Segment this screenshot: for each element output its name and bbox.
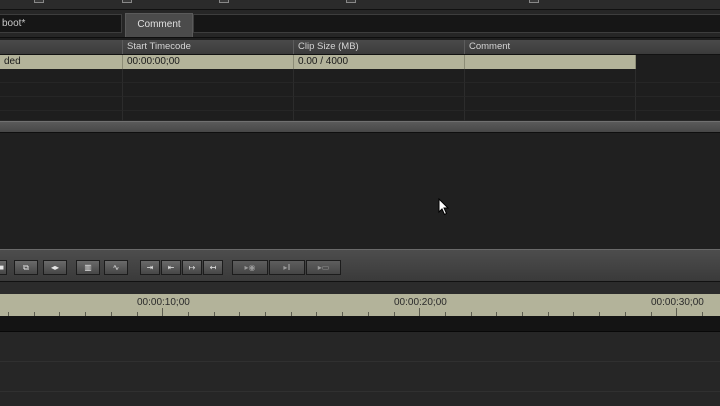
mark-in-icon: ⇥	[146, 263, 154, 272]
cell-clip-size: 0.00 / 4000	[294, 55, 465, 69]
checkbox-icon	[34, 0, 44, 3]
menu-strip: ········· ·········· ········· ········	[0, 0, 720, 10]
record-button[interactable]: ▸▭	[306, 260, 341, 275]
table-row-empty	[0, 69, 720, 83]
go-end-icon: ↦	[188, 263, 196, 272]
column-header-name[interactable]	[0, 40, 123, 54]
cell-name: ded	[0, 55, 123, 69]
stop-button[interactable]: ■	[0, 260, 7, 275]
preview-area	[0, 133, 720, 249]
mouse-cursor-icon	[438, 198, 450, 216]
comment-field[interactable]	[193, 14, 720, 33]
cell-comment	[465, 55, 636, 69]
mark-in-button[interactable]: ⇥	[140, 260, 160, 275]
timeline-track[interactable]	[0, 362, 720, 392]
pause-button[interactable]: ▸‖	[269, 260, 305, 275]
expand-icon: ◂▸	[50, 263, 60, 272]
ruler-footer	[0, 316, 720, 332]
mark-out-icon: ↤	[209, 263, 217, 272]
table-row-empty	[0, 83, 720, 97]
ruler-tick	[419, 308, 421, 316]
checkbox-icon	[529, 0, 539, 3]
ruler-tick	[676, 308, 678, 316]
timeline-track[interactable]	[0, 392, 720, 406]
timeline-toolbar: ■ ⧉ ◂▸ ▥ ∿ ⇥ ⇤ ↦ ↤ ▸◉ ▸‖ ▸▭	[0, 249, 720, 282]
waveform-button[interactable]: ∿	[104, 260, 128, 275]
table-row[interactable]: ded 00:00:00;00 0.00 / 4000	[0, 55, 720, 69]
column-header-comment[interactable]: Comment	[465, 40, 720, 54]
cell-filler	[636, 55, 720, 69]
play-button[interactable]: ▸◉	[232, 260, 268, 275]
clip-table: Start Timecode Clip Size (MB) Comment de…	[0, 40, 720, 121]
table-row-empty	[0, 97, 720, 111]
menu-fragment-5[interactable]: ········	[529, 0, 569, 5]
timecode-label: 00:00:10;00	[137, 297, 190, 308]
timeline-ruler[interactable]: 00:00:10;00 00:00:20;00 00:00:30;00	[0, 294, 720, 316]
table-header: Start Timecode Clip Size (MB) Comment	[0, 40, 720, 55]
checkbox-icon	[219, 0, 229, 3]
cell-start-timecode: 00:00:00;00	[123, 55, 294, 69]
column-header-clip-size[interactable]: Clip Size (MB)	[294, 40, 465, 54]
ruler-tick	[162, 308, 164, 316]
timecode-label: 00:00:30;00	[651, 297, 704, 308]
stop-icon: ■	[0, 263, 4, 272]
play-icon: ▸◉	[244, 263, 256, 272]
frames-button[interactable]: ▥	[76, 260, 100, 275]
menu-fragment-2[interactable]: ·········	[122, 0, 165, 5]
copy-icon: ⧉	[23, 263, 29, 272]
checkbox-icon	[122, 0, 132, 3]
frames-icon: ▥	[84, 263, 92, 272]
go-end-button[interactable]: ↦	[182, 260, 202, 275]
mark-out-button[interactable]: ↤	[203, 260, 223, 275]
menu-fragment-3[interactable]: ··········	[219, 0, 265, 5]
title-field[interactable]: boot*	[0, 14, 122, 33]
timeline-track[interactable]	[0, 332, 720, 362]
tab-comment[interactable]: Comment	[125, 13, 193, 37]
column-header-start-timecode[interactable]: Start Timecode	[123, 40, 294, 54]
go-start-button[interactable]: ⇤	[161, 260, 181, 275]
table-row-empty	[0, 111, 720, 121]
pause-icon: ▸‖	[283, 263, 291, 272]
timecode-label: 00:00:20;00	[394, 297, 447, 308]
panel-splitter[interactable]	[0, 121, 720, 133]
record-icon: ▸▭	[317, 263, 330, 272]
copy-button[interactable]: ⧉	[14, 260, 38, 275]
go-start-icon: ⇤	[167, 263, 175, 272]
checkbox-icon	[346, 0, 356, 3]
expand-button[interactable]: ◂▸	[43, 260, 67, 275]
wave-icon: ∿	[112, 263, 120, 272]
menu-fragment-1[interactable]	[34, 0, 47, 4]
menu-fragment-4[interactable]: ·········	[346, 0, 389, 5]
